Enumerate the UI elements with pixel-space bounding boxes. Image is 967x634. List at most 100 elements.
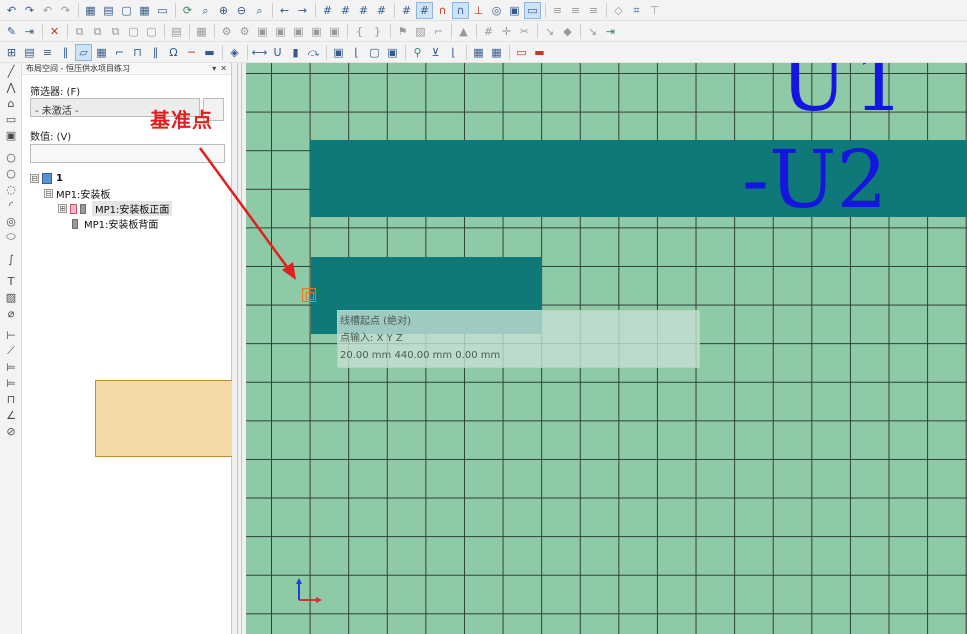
split-icon[interactable]: ↘: [585, 24, 600, 39]
page-icon[interactable]: ▤: [101, 3, 116, 18]
tree-item[interactable]: ⊟ MP1:安装板: [30, 186, 326, 457]
corner-icon[interactable]: ⌐: [431, 24, 446, 39]
ortho-icon[interactable]: ⊥: [471, 3, 486, 18]
plug-icon[interactable]: ▮: [288, 45, 303, 60]
undo-icon[interactable]: ↶: [4, 3, 19, 18]
box4-icon[interactable]: ▣: [309, 24, 324, 39]
table3-icon[interactable]: ▤: [22, 45, 37, 60]
dim4-tool-icon[interactable]: ⊨: [0, 375, 22, 391]
radius-tool-icon[interactable]: ⊘: [0, 423, 22, 439]
panel-pin-icon[interactable]: ▾: [212, 64, 216, 73]
center-icon[interactable]: ≡: [586, 3, 601, 18]
brace-icon[interactable]: {: [352, 24, 367, 39]
tree-icon[interactable]: ⌐: [112, 45, 127, 60]
marker2-icon[interactable]: ▦: [489, 45, 504, 60]
tree-item[interactable]: MP1:安装板背面: [30, 216, 230, 231]
snap-point-icon[interactable]: #: [416, 1, 433, 19]
refresh-icon[interactable]: ⟳: [180, 3, 195, 18]
cols-icon[interactable]: ∥: [58, 45, 73, 60]
redo2-icon[interactable]: ↷: [58, 3, 73, 18]
line-icon[interactable]: ▭: [524, 1, 541, 19]
line-tool-icon[interactable]: ╱: [0, 63, 22, 79]
link-icon[interactable]: ⟷: [252, 45, 268, 60]
circle2-tool-icon[interactable]: ○: [0, 165, 22, 181]
expand-icon[interactable]: ⊞: [58, 204, 67, 213]
text-tool-icon[interactable]: T: [0, 273, 22, 289]
frame-icon[interactable]: ◇: [611, 3, 626, 18]
snap-icon[interactable]: ◎: [489, 3, 504, 18]
pick-icon[interactable]: ⇥: [22, 24, 37, 39]
polygon-tool-icon[interactable]: ⌂: [0, 95, 22, 111]
rect-icon[interactable]: ▣: [507, 3, 522, 18]
square-icon[interactable]: ▢: [367, 45, 382, 60]
hatch-icon[interactable]: ≡: [550, 3, 565, 18]
square2-icon[interactable]: ▣: [385, 45, 400, 60]
cart-icon[interactable]: ⌗: [629, 3, 644, 18]
dim-icon[interactable]: ≡: [568, 3, 583, 18]
rect2-tool-icon[interactable]: ▣: [0, 127, 22, 143]
bars-icon[interactable]: ∥: [148, 45, 163, 60]
gear2-icon[interactable]: ⚙: [237, 24, 252, 39]
text-box-icon[interactable]: ⊤: [647, 3, 662, 18]
cable-icon[interactable]: ▬: [202, 45, 217, 60]
grid-b-icon[interactable]: #: [338, 3, 353, 18]
table-icon[interactable]: ▤: [169, 24, 184, 39]
circle-tool-icon[interactable]: ○: [0, 149, 22, 165]
dim5-tool-icon[interactable]: ⊓: [0, 391, 22, 407]
box2-icon[interactable]: ▣: [273, 24, 288, 39]
tree-item[interactable]: ⊞ MP1:安装板正面: [30, 201, 230, 216]
rect-tool-icon[interactable]: ▭: [0, 111, 22, 127]
gear-icon[interactable]: ⚙: [219, 24, 234, 39]
delete-icon[interactable]: ✕: [47, 24, 62, 39]
box5-icon[interactable]: ▣: [327, 24, 342, 39]
grid-icon[interactable]: ▦: [137, 3, 152, 18]
box-icon[interactable]: ▣: [255, 24, 270, 39]
list-icon[interactable]: ▦: [194, 24, 209, 39]
corner2-icon[interactable]: ⌊: [349, 45, 364, 60]
dim2-tool-icon[interactable]: ⟋: [0, 343, 22, 359]
undo2-icon[interactable]: ↶: [40, 3, 55, 18]
box3-icon[interactable]: ▣: [291, 24, 306, 39]
ellipse-tool-icon[interactable]: ◎: [0, 213, 22, 229]
sheet2-icon[interactable]: ⌊: [446, 45, 461, 60]
marker-icon[interactable]: ▦: [471, 45, 486, 60]
doc-icon[interactable]: ▢: [119, 3, 134, 18]
back-icon[interactable]: ←: [277, 3, 292, 18]
arrow2-icon[interactable]: ◆: [560, 24, 575, 39]
layout-canvas[interactable]: U1 -U2 线槽起点 (绝对) 点输入: X Y Z 20.00 mm 440…: [246, 63, 967, 634]
circle3-tool-icon[interactable]: ◌: [0, 181, 22, 197]
dim3-tool-icon[interactable]: ⊨: [0, 359, 22, 375]
triangle-icon[interactable]: ▲: [456, 24, 471, 39]
flag2-icon[interactable]: ⚑: [395, 24, 410, 39]
panel-close-icon[interactable]: ✕: [220, 64, 227, 73]
grid3-icon[interactable]: ▦: [94, 45, 109, 60]
pin-icon[interactable]: ⚲: [410, 45, 425, 60]
cut-icon[interactable]: ⧉: [108, 24, 123, 39]
doc3-icon[interactable]: ▢: [144, 24, 159, 39]
omega-icon[interactable]: Ω: [166, 45, 181, 60]
rows-icon[interactable]: ≡: [40, 45, 55, 60]
image-tool-icon[interactable]: ▨: [0, 289, 22, 305]
hatch2-icon[interactable]: ▨: [413, 24, 428, 39]
ellipse2-tool-icon[interactable]: ⬭: [0, 229, 22, 245]
grid-c-icon[interactable]: #: [356, 3, 371, 18]
zoom-fit-icon[interactable]: ⌕: [252, 3, 267, 18]
grid-a-icon[interactable]: #: [320, 3, 335, 18]
snap-grid-icon[interactable]: #: [399, 3, 414, 18]
magnet-icon[interactable]: ∩: [435, 3, 450, 18]
panel-icon[interactable]: ⊞: [4, 45, 19, 60]
spline-tool-icon[interactable]: ∫: [0, 251, 22, 267]
polyline-tool-icon[interactable]: ⋀: [0, 79, 22, 95]
redo-icon[interactable]: ↷: [22, 3, 37, 18]
sheet-icon[interactable]: ⊻: [428, 45, 443, 60]
window-icon[interactable]: ▭: [155, 3, 170, 18]
red-frame-icon[interactable]: ▭: [514, 45, 529, 60]
arc-icon[interactable]: ∩: [452, 1, 469, 19]
angle-tool-icon[interactable]: ∠: [0, 407, 22, 423]
dim-tool-icon[interactable]: ⊢: [0, 327, 22, 343]
grid-d-icon[interactable]: #: [374, 3, 389, 18]
plus-icon[interactable]: ✛: [499, 24, 514, 39]
layout-icon[interactable]: ▦: [83, 3, 98, 18]
red-bar-icon[interactable]: ▬: [532, 45, 547, 60]
doc2-icon[interactable]: ▢: [126, 24, 141, 39]
